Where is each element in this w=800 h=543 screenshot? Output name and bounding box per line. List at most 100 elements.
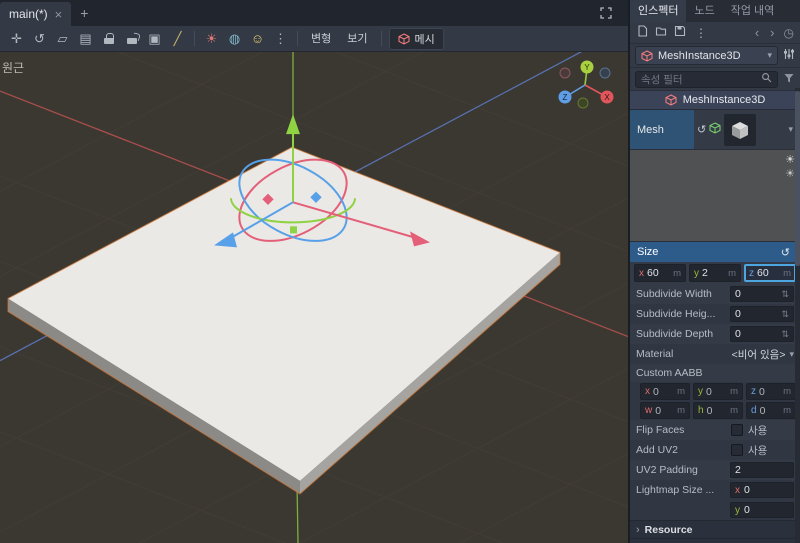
history-forward-icon[interactable]: ›	[768, 25, 776, 40]
orientation-gizmo[interactable]: Y X Z	[555, 57, 619, 113]
revert-size-icon[interactable]: ↺	[781, 246, 790, 259]
aabb-x-field[interactable]: x 0 m	[640, 383, 690, 400]
aabb-size-row: w 0 m h 0 m d 0 m	[630, 401, 800, 420]
mesh-property-label-cell[interactable]: Mesh	[630, 110, 694, 149]
move-tool-icon[interactable]: ✛	[5, 27, 28, 51]
resource-options-icon[interactable]: ⋮	[693, 26, 709, 40]
preview-light-1-icon[interactable]: ☀	[785, 153, 795, 166]
aabb-y-unit: m	[730, 386, 738, 397]
z-letter: z	[751, 386, 756, 397]
mesh-preview-area[interactable]: ☀ ☀	[630, 150, 800, 242]
expand-viewport-icon[interactable]	[600, 0, 612, 26]
toolbar-separator	[297, 31, 298, 46]
tab-node[interactable]: 노드	[686, 0, 722, 22]
lock-icon[interactable]	[97, 27, 120, 51]
size-x-field[interactable]: x 60 m	[634, 264, 686, 282]
mesh-menu-label: 메시	[414, 33, 435, 46]
dock-tabs: 인스펙터 노드 작업 내역	[630, 0, 800, 22]
chevron-down-icon: ▾	[767, 50, 772, 60]
aabb-w-field[interactable]: w 0 m	[640, 402, 690, 419]
property-pin-icon[interactable]	[783, 48, 795, 63]
aabb-h-field[interactable]: h 0 m	[693, 402, 743, 419]
aabb-d-field[interactable]: d 0 m	[746, 402, 796, 419]
close-tab-icon[interactable]: ×	[55, 7, 63, 22]
size-y-unit: m	[728, 267, 736, 279]
transform-menu-button[interactable]: 변형	[303, 27, 339, 51]
tab-history[interactable]: 작업 내역	[723, 0, 783, 22]
property-filter-input[interactable]: 속성 필터	[635, 70, 778, 88]
revert-mesh-icon[interactable]: ↺	[697, 123, 706, 136]
aabb-y-field[interactable]: y 0 m	[693, 383, 743, 400]
mesh-preview-thumbnail[interactable]	[724, 113, 757, 146]
aabb-position-row: x 0 m y 0 m z 0 m	[630, 382, 800, 401]
subdivide-width-field[interactable]: 0 ⇅	[730, 286, 794, 302]
scrollbar-thumb[interactable]	[795, 91, 800, 266]
y-plane-handle[interactable]	[290, 226, 297, 234]
scene-tab-main[interactable]: main(*) ×	[0, 2, 72, 26]
plane-mesh[interactable]	[7, 146, 561, 495]
size-x-unit: m	[673, 267, 681, 279]
subdivide-depth-field[interactable]: 0 ⇅	[730, 326, 794, 342]
add-scene-tab-button[interactable]: +	[71, 0, 97, 26]
lightmap-x-field[interactable]: x 0	[730, 482, 794, 498]
category-header[interactable]: MeshInstance3D	[630, 90, 800, 110]
scale-tool-icon[interactable]: ▱	[51, 27, 74, 51]
environment-toggle-icon[interactable]: ◍	[223, 27, 246, 51]
3d-scene[interactable]	[0, 52, 628, 543]
size-z-value: 60	[757, 267, 769, 279]
d-letter: d	[751, 405, 757, 416]
list-select-tool-icon[interactable]: ▤	[74, 27, 97, 51]
filter-options-icon[interactable]	[783, 72, 795, 87]
neg-y-axis-ball[interactable]	[577, 97, 589, 109]
group-icon[interactable]: ▣	[143, 27, 166, 51]
spinner-icon[interactable]: ⇅	[781, 309, 789, 320]
aabb-z-field[interactable]: z 0 m	[746, 383, 796, 400]
edit-history-icon[interactable]: ◷	[784, 26, 794, 40]
more-options-icon[interactable]: ⋮	[269, 27, 292, 51]
flip-faces-checkbox[interactable]	[731, 424, 743, 436]
mesh-dropdown-icon[interactable]: ▾	[788, 124, 793, 135]
mesh-menu-button[interactable]: 메시	[388, 27, 444, 50]
edited-object-dropdown[interactable]: MeshInstance3D ▾	[635, 46, 778, 65]
camera-preview-icon[interactable]: ☺	[246, 27, 269, 51]
save-resource-icon[interactable]	[674, 25, 686, 40]
spinner-icon[interactable]: ⇅	[781, 289, 789, 300]
ruler-icon[interactable]: ╱	[166, 27, 189, 51]
skeleton-section-header[interactable]: › Skeleton	[630, 538, 800, 543]
sun-toggle-icon[interactable]: ☀	[200, 27, 223, 51]
rotate-tool-icon[interactable]: ↺	[28, 27, 51, 51]
perspective-label[interactable]: 원근	[2, 59, 24, 76]
lightmap-y-field[interactable]: y 0	[730, 502, 794, 518]
material-dropdown-icon: ▾	[789, 348, 794, 359]
preview-light-2-icon[interactable]: ☀	[785, 167, 795, 180]
size-z-field[interactable]: z 60 m	[744, 264, 796, 282]
neg-x-axis-ball[interactable]	[559, 67, 571, 79]
edited-object-name: MeshInstance3D	[658, 49, 741, 62]
neg-z-axis-ball[interactable]	[599, 67, 611, 79]
uv2-padding-value: 2	[735, 464, 741, 476]
load-resource-icon[interactable]	[655, 25, 667, 40]
spinner-icon[interactable]: ⇅	[781, 329, 789, 340]
y-move-arrowhead[interactable]	[286, 114, 300, 135]
uv2-padding-field[interactable]: 2	[730, 462, 794, 478]
subdivide-height-label: Subdivide Heig...	[636, 308, 716, 320]
tabbar-spacer	[97, 0, 600, 26]
new-resource-icon[interactable]	[636, 25, 648, 40]
add-uv2-checkbox-label: 사용	[748, 444, 768, 457]
3d-viewport[interactable]: 원근 Y X Z	[0, 52, 628, 543]
search-icon	[761, 72, 772, 86]
mesh-property-row: Mesh ↺ ▾	[630, 110, 800, 150]
subdivide-height-field[interactable]: 0 ⇅	[730, 306, 794, 322]
size-y-field[interactable]: y 2 m	[689, 264, 741, 282]
size-y-value: 2	[702, 267, 708, 279]
history-back-icon[interactable]: ‹	[753, 25, 761, 40]
material-dropdown[interactable]: <비어 있음> ▾	[732, 347, 794, 362]
size-label: Size	[637, 246, 659, 258]
unlock-icon[interactable]	[120, 27, 143, 51]
inspector-scrollbar[interactable]	[795, 88, 800, 543]
view-menu-button[interactable]: 보기	[339, 27, 375, 51]
resource-section-header[interactable]: › Resource	[630, 520, 800, 538]
size-property-header[interactable]: Size ↺	[630, 242, 800, 262]
tab-inspector[interactable]: 인스펙터	[630, 0, 687, 22]
add-uv2-checkbox[interactable]	[731, 444, 743, 456]
